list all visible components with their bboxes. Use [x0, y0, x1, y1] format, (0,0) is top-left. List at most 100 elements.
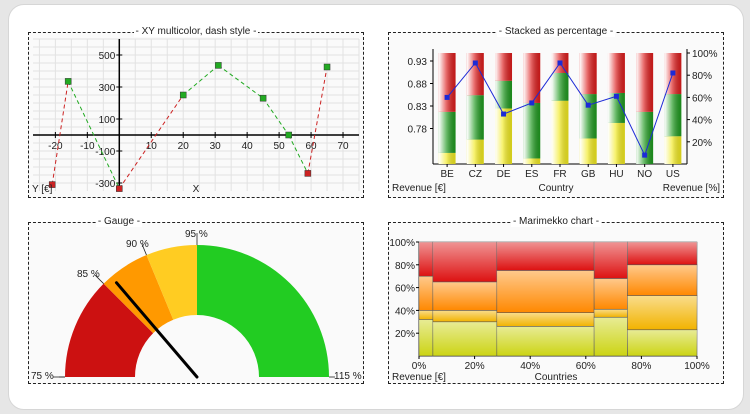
gauge-label: 95 %: [185, 229, 208, 240]
x-tick-label: 40%: [520, 361, 540, 372]
line-point: [613, 93, 619, 99]
bar-segment-shade: [466, 95, 484, 140]
mekko-segment-shade: [419, 276, 433, 311]
bar-segment-shade: [636, 53, 654, 112]
stacked-chart: 0.93 0.88 0.83 0.78 100% 80% 60% 40% 20% BE CZ DE ES…: [392, 49, 720, 194]
mekko-segment-shade: [627, 295, 697, 330]
mekko-segment-shade: [627, 329, 697, 356]
line-point: [529, 100, 535, 106]
bar-segment-shade: [523, 158, 541, 164]
marimekko-panel: - Marimekko chart - 100% 80% 60% 40% 20% 0% 20…: [388, 216, 724, 384]
bar-segment-shade: [551, 72, 569, 101]
bar-segment-shade: [523, 102, 541, 159]
mekko-segment-shade: [432, 310, 497, 322]
y2-axis-label: Revenue [%]: [663, 183, 720, 194]
x-axis-label: X: [193, 184, 200, 195]
mekko-segment-shade: [496, 270, 595, 313]
x-tick-label: -10: [80, 141, 95, 152]
data-point: [179, 91, 187, 99]
mekko-segment-shade: [496, 242, 595, 271]
data-point: [285, 131, 292, 139]
y-axis-label: Revenue [€]: [392, 372, 446, 383]
bar-segment-shade: [495, 53, 513, 81]
mekko-segment-shade: [419, 242, 433, 277]
stacked-chart-panel: - Stacked as percentage - 0.93 0.88 0.83 0.…: [388, 26, 724, 198]
data-point: [323, 63, 331, 71]
gauge-panel: - Gauge - 75 % 85 % 90 % 95 % 115 %: [28, 216, 364, 384]
category-label: BE: [440, 169, 454, 180]
data-point: [304, 170, 312, 177]
mekko-segment-shade: [496, 326, 595, 356]
y-tick-label: 100%: [389, 238, 415, 249]
left-tick-label: 0.88: [408, 80, 428, 91]
bar-segment-shade: [438, 152, 456, 164]
mekko-segment-shade: [594, 278, 628, 310]
line-point: [444, 94, 450, 100]
line-point: [472, 60, 478, 66]
mekko-segment-shade: [432, 281, 497, 311]
bar-segment-shade: [438, 111, 456, 153]
bar-segment-shade: [523, 53, 541, 103]
bar-segment-shade: [607, 53, 625, 93]
data-point: [116, 185, 123, 192]
series-segment: [262, 97, 290, 136]
right-tick-label: 40%: [692, 116, 712, 127]
bar-segment-shade: [495, 108, 513, 164]
x-tick-label: 60: [305, 141, 317, 152]
gauge-band: [197, 245, 329, 377]
x-tick-label: 60%: [576, 361, 596, 372]
line-point: [557, 60, 563, 66]
mekko-segment-shade: [432, 242, 497, 282]
line-point: [642, 152, 648, 158]
gauge-label: 90 %: [126, 239, 149, 250]
x-tick-label: 0%: [412, 361, 427, 372]
series-segment: [182, 65, 219, 96]
right-tick-label: 20%: [692, 138, 712, 149]
y-tick-label: 100: [99, 115, 116, 126]
x-tick-label: 70: [337, 141, 349, 152]
gauge-chart: 75 % 85 % 90 % 95 % 115 %: [31, 229, 362, 382]
y-tick-label: 80%: [395, 261, 415, 272]
mekko-segment-shade: [627, 264, 697, 296]
xy-chart-panel: - XY multicolor, dash style - -20 -10 10 20…: [28, 26, 364, 198]
category-label: ES: [525, 169, 539, 180]
series-segment: [218, 64, 264, 99]
y-tick-label: 20%: [395, 329, 415, 340]
left-tick-label: 0.83: [408, 102, 428, 113]
data-point: [259, 94, 267, 102]
y-axis-label: Revenue [€]: [392, 183, 446, 194]
left-tick-label: 0.93: [408, 57, 428, 68]
category-label: US: [666, 169, 680, 180]
category-label: DE: [497, 169, 511, 180]
x-tick-label: -20: [48, 141, 63, 152]
mekko-segment-shade: [419, 319, 433, 356]
bar-segment-shade: [579, 138, 597, 164]
y-tick-label: -100: [95, 147, 115, 158]
series-segment: [51, 81, 69, 185]
bar-segment-shade: [664, 94, 682, 137]
line-point: [670, 70, 676, 76]
y-tick-label: 300: [99, 83, 116, 94]
y-tick-label: 60%: [395, 284, 415, 295]
category-label: NO: [637, 169, 652, 180]
gauge-label-max: 115 %: [334, 371, 362, 382]
category-label: FR: [553, 169, 566, 180]
gauge-label-min: 75 %: [31, 371, 54, 382]
mekko-segment-shade: [627, 242, 697, 265]
right-tick-label: 80%: [692, 71, 712, 82]
bar-segment-shade: [551, 100, 569, 164]
y-tick-label: -300: [95, 179, 115, 190]
gauge-label: 85 %: [77, 269, 100, 280]
x-axis-label: Country: [538, 183, 573, 194]
x-axis-label: Countries: [535, 372, 578, 383]
line-point: [501, 111, 507, 117]
category-label: CZ: [469, 169, 482, 180]
mekko-segment-shade: [432, 321, 497, 356]
right-tick-label: 60%: [692, 93, 712, 104]
bar-segment-shade: [579, 53, 597, 95]
mekko-segment-shade: [594, 242, 628, 279]
bar-segment-shade: [438, 53, 456, 112]
category-label: HU: [609, 169, 623, 180]
data-point: [64, 78, 72, 85]
data-point: [215, 62, 222, 69]
